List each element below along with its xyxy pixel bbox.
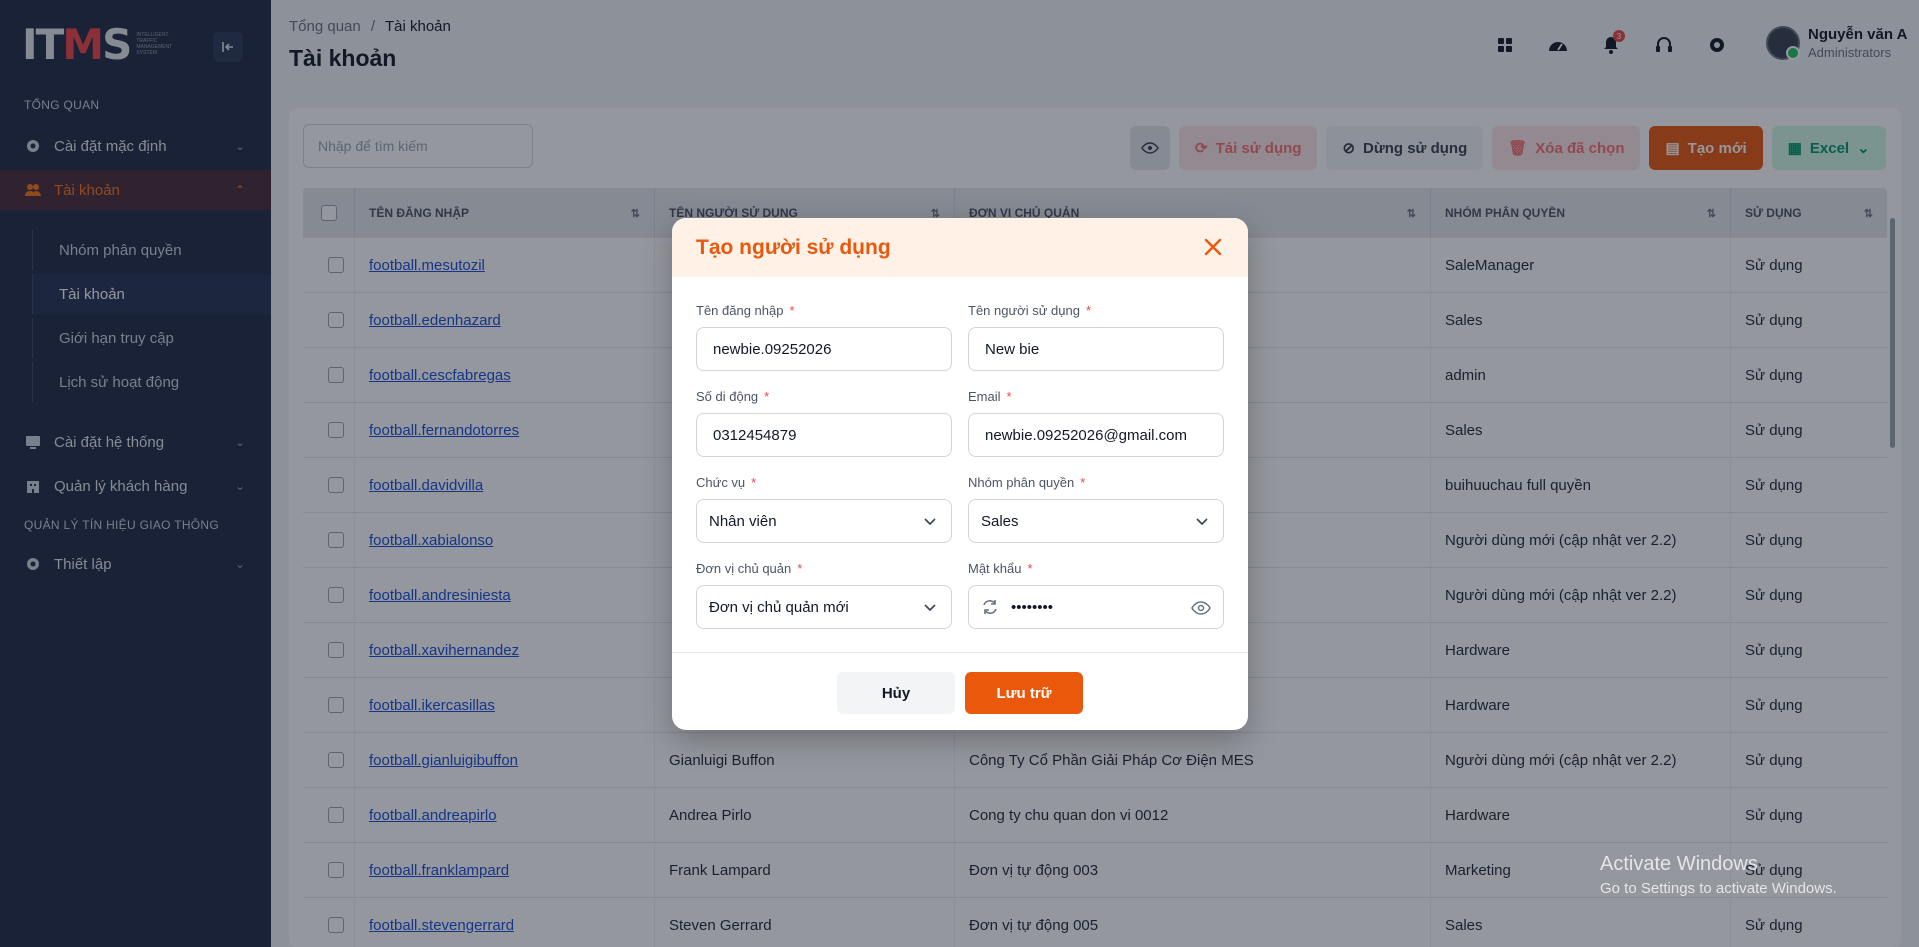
- username-field[interactable]: newbie.09252026: [696, 327, 952, 371]
- chevron-down-icon: [1196, 518, 1208, 526]
- chevron-down-icon: [924, 604, 936, 612]
- phone-label: Số di động *: [696, 389, 770, 404]
- unit-label: Đơn vị chủ quản *: [696, 561, 803, 576]
- watermark-subtitle: Go to Settings to activate Windows.: [1600, 880, 1837, 897]
- cancel-button[interactable]: Hủy: [837, 672, 955, 714]
- group-value: Sales: [981, 512, 1019, 530]
- position-value: Nhân viên: [709, 512, 777, 530]
- create-user-dialog: Tạo người sử dụng Tên đăng nhập * newbie.…: [672, 218, 1248, 730]
- save-button[interactable]: Lưu trữ: [965, 672, 1083, 714]
- watermark-title: Activate Windows: [1600, 853, 1758, 875]
- regenerate-icon: [983, 600, 997, 614]
- fullname-field[interactable]: New bie: [968, 327, 1224, 371]
- password-field[interactable]: ••••••••: [968, 585, 1224, 629]
- password-value: ••••••••: [1011, 598, 1054, 616]
- windows-activation-watermark: Activate Windows Go to Settings to activ…: [1600, 853, 1837, 897]
- group-select[interactable]: Sales: [968, 499, 1224, 543]
- unit-value: Đơn vị chủ quản mới: [709, 598, 849, 616]
- email-field[interactable]: newbie.09252026@gmail.com: [968, 413, 1224, 457]
- password-label: Mật khẩu *: [968, 561, 1033, 576]
- username-label: Tên đăng nhập *: [696, 303, 795, 318]
- phone-field[interactable]: 0312454879: [696, 413, 952, 457]
- unit-select[interactable]: Đơn vị chủ quản mới: [696, 585, 952, 629]
- email-label: Email *: [968, 389, 1012, 404]
- close-icon[interactable]: [1202, 236, 1224, 258]
- position-select[interactable]: Nhân viên: [696, 499, 952, 543]
- dialog-title: Tạo người sử dụng: [696, 235, 891, 259]
- position-label: Chức vụ *: [696, 475, 757, 490]
- chevron-down-icon: [924, 518, 936, 526]
- dialog-header: Tạo người sử dụng: [672, 218, 1248, 277]
- eye-icon: [1191, 601, 1211, 615]
- dialog-divider: [672, 652, 1248, 653]
- fullname-label: Tên người sử dụng *: [968, 303, 1091, 318]
- group-label: Nhóm phân quyền *: [968, 475, 1086, 490]
